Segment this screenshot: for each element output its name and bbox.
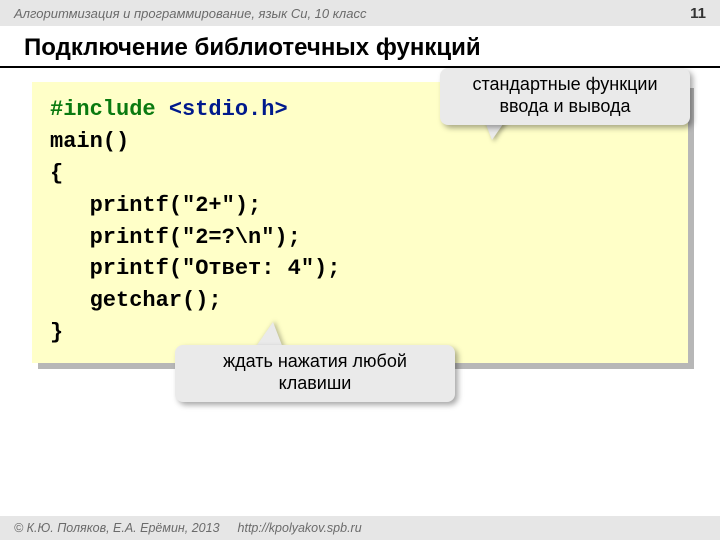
footer-credit: © К.Ю. Поляков, Е.А. Ерёмин, 2013: [14, 521, 220, 535]
code-line-7: getchar();: [50, 285, 670, 317]
footer-link: http://kpolyakov.spb.ru: [238, 521, 362, 535]
callout-stdio: стандартные функции ввода и вывода: [440, 68, 690, 125]
code-line-2: main(): [50, 126, 670, 158]
code-line-5: printf("2=?\n");: [50, 222, 670, 254]
code-line-6: printf("Ответ: 4");: [50, 253, 670, 285]
include-keyword: #include: [50, 97, 169, 122]
code-line-3: {: [50, 158, 670, 190]
course-title: Алгоритмизация и программирование, язык …: [14, 6, 366, 21]
header-band: Алгоритмизация и программирование, язык …: [0, 0, 720, 26]
slide-title: Подключение библиотечных функций: [0, 26, 720, 66]
footer-band: © К.Ю. Поляков, Е.А. Ерёмин, 2013 http:/…: [0, 516, 720, 540]
include-header: <stdio.h>: [169, 97, 288, 122]
callout-getchar: ждать нажатия любой клавиши: [175, 345, 455, 402]
page-number: 11: [690, 5, 706, 22]
code-line-4: printf("2+");: [50, 190, 670, 222]
